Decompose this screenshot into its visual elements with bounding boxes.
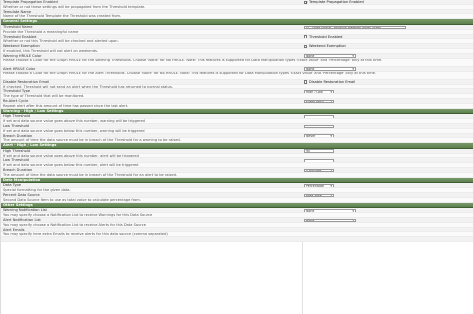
field-label: Alert Notification List [3, 218, 41, 223]
field-label: Warning HRULE Color [3, 53, 42, 58]
disable-restoration-email-checkbox[interactable] [304, 80, 308, 84]
warning-notification-list-select[interactable]: None [304, 209, 356, 213]
breach-duration-select[interactable]: Never [304, 134, 334, 138]
field-label: Alert HRULE Color [3, 66, 36, 71]
field-label: Weekend Exemption [3, 44, 40, 49]
high-threshold-input[interactable]: 90 [304, 149, 334, 153]
low-threshold-input[interactable] [304, 124, 334, 128]
warning-hrule-color-select[interactable]: None [304, 54, 356, 58]
percent-data-source-select[interactable]: hrdd_total [304, 193, 334, 197]
field-label: Template Propagation Enabled [3, 0, 58, 4]
alert-notification-list-select[interactable]: None [304, 218, 356, 222]
field-description: Please choose a Color for the Graph HRUL… [1, 71, 473, 80]
re-alert-cycle-select[interactable]: Every Hour [304, 99, 334, 103]
threshold-enabled-checkbox[interactable] [304, 35, 308, 39]
field-label: Low Threshold [3, 123, 29, 128]
field-label: Disable Restoration Email [3, 79, 50, 84]
field-label: Threshold Type [3, 89, 31, 94]
low-threshold-input[interactable] [304, 159, 334, 163]
template-propagation-enabled-checkbox[interactable] [304, 0, 309, 4]
field-description: Please choose a Color for the Graph HRUL… [1, 58, 473, 67]
field-row-blank [1, 237, 473, 243]
field-label: Re-Alert Cycle [3, 98, 29, 103]
field-label: Data Type [3, 183, 21, 188]
field-label: Warning Notification List [3, 208, 47, 213]
breach-duration-select[interactable]: 5 Minutes [304, 168, 334, 172]
threshold-edit-page: Template Propagation EnabledTemplate Pro… [0, 0, 474, 314]
data-type-select[interactable]: Percentage [304, 184, 334, 188]
field-label: Threshold Enabled [3, 34, 37, 39]
alert-hrule-color-select[interactable]: None [304, 67, 356, 71]
threshold-name-input[interactable]: SI - Used Space - Physical Memory [hrdd_… [304, 25, 406, 29]
field-label: Breach Duration [3, 168, 33, 173]
field-label: Percent Data Source [3, 193, 40, 198]
threshold-type-select[interactable]: High / Low [304, 89, 334, 94]
settings-form: Template Propagation EnabledTemplate Pro… [1, 0, 473, 243]
field-label: High Threshold [3, 114, 31, 119]
field-label: High Threshold [3, 148, 31, 153]
field-label: Threshold Name [3, 24, 33, 29]
high-threshold-input[interactable] [304, 114, 334, 119]
field-label: Breach Duration [3, 133, 33, 138]
weekend-exemption-checkbox[interactable] [304, 44, 308, 49]
field-label: Low Threshold [3, 158, 29, 163]
